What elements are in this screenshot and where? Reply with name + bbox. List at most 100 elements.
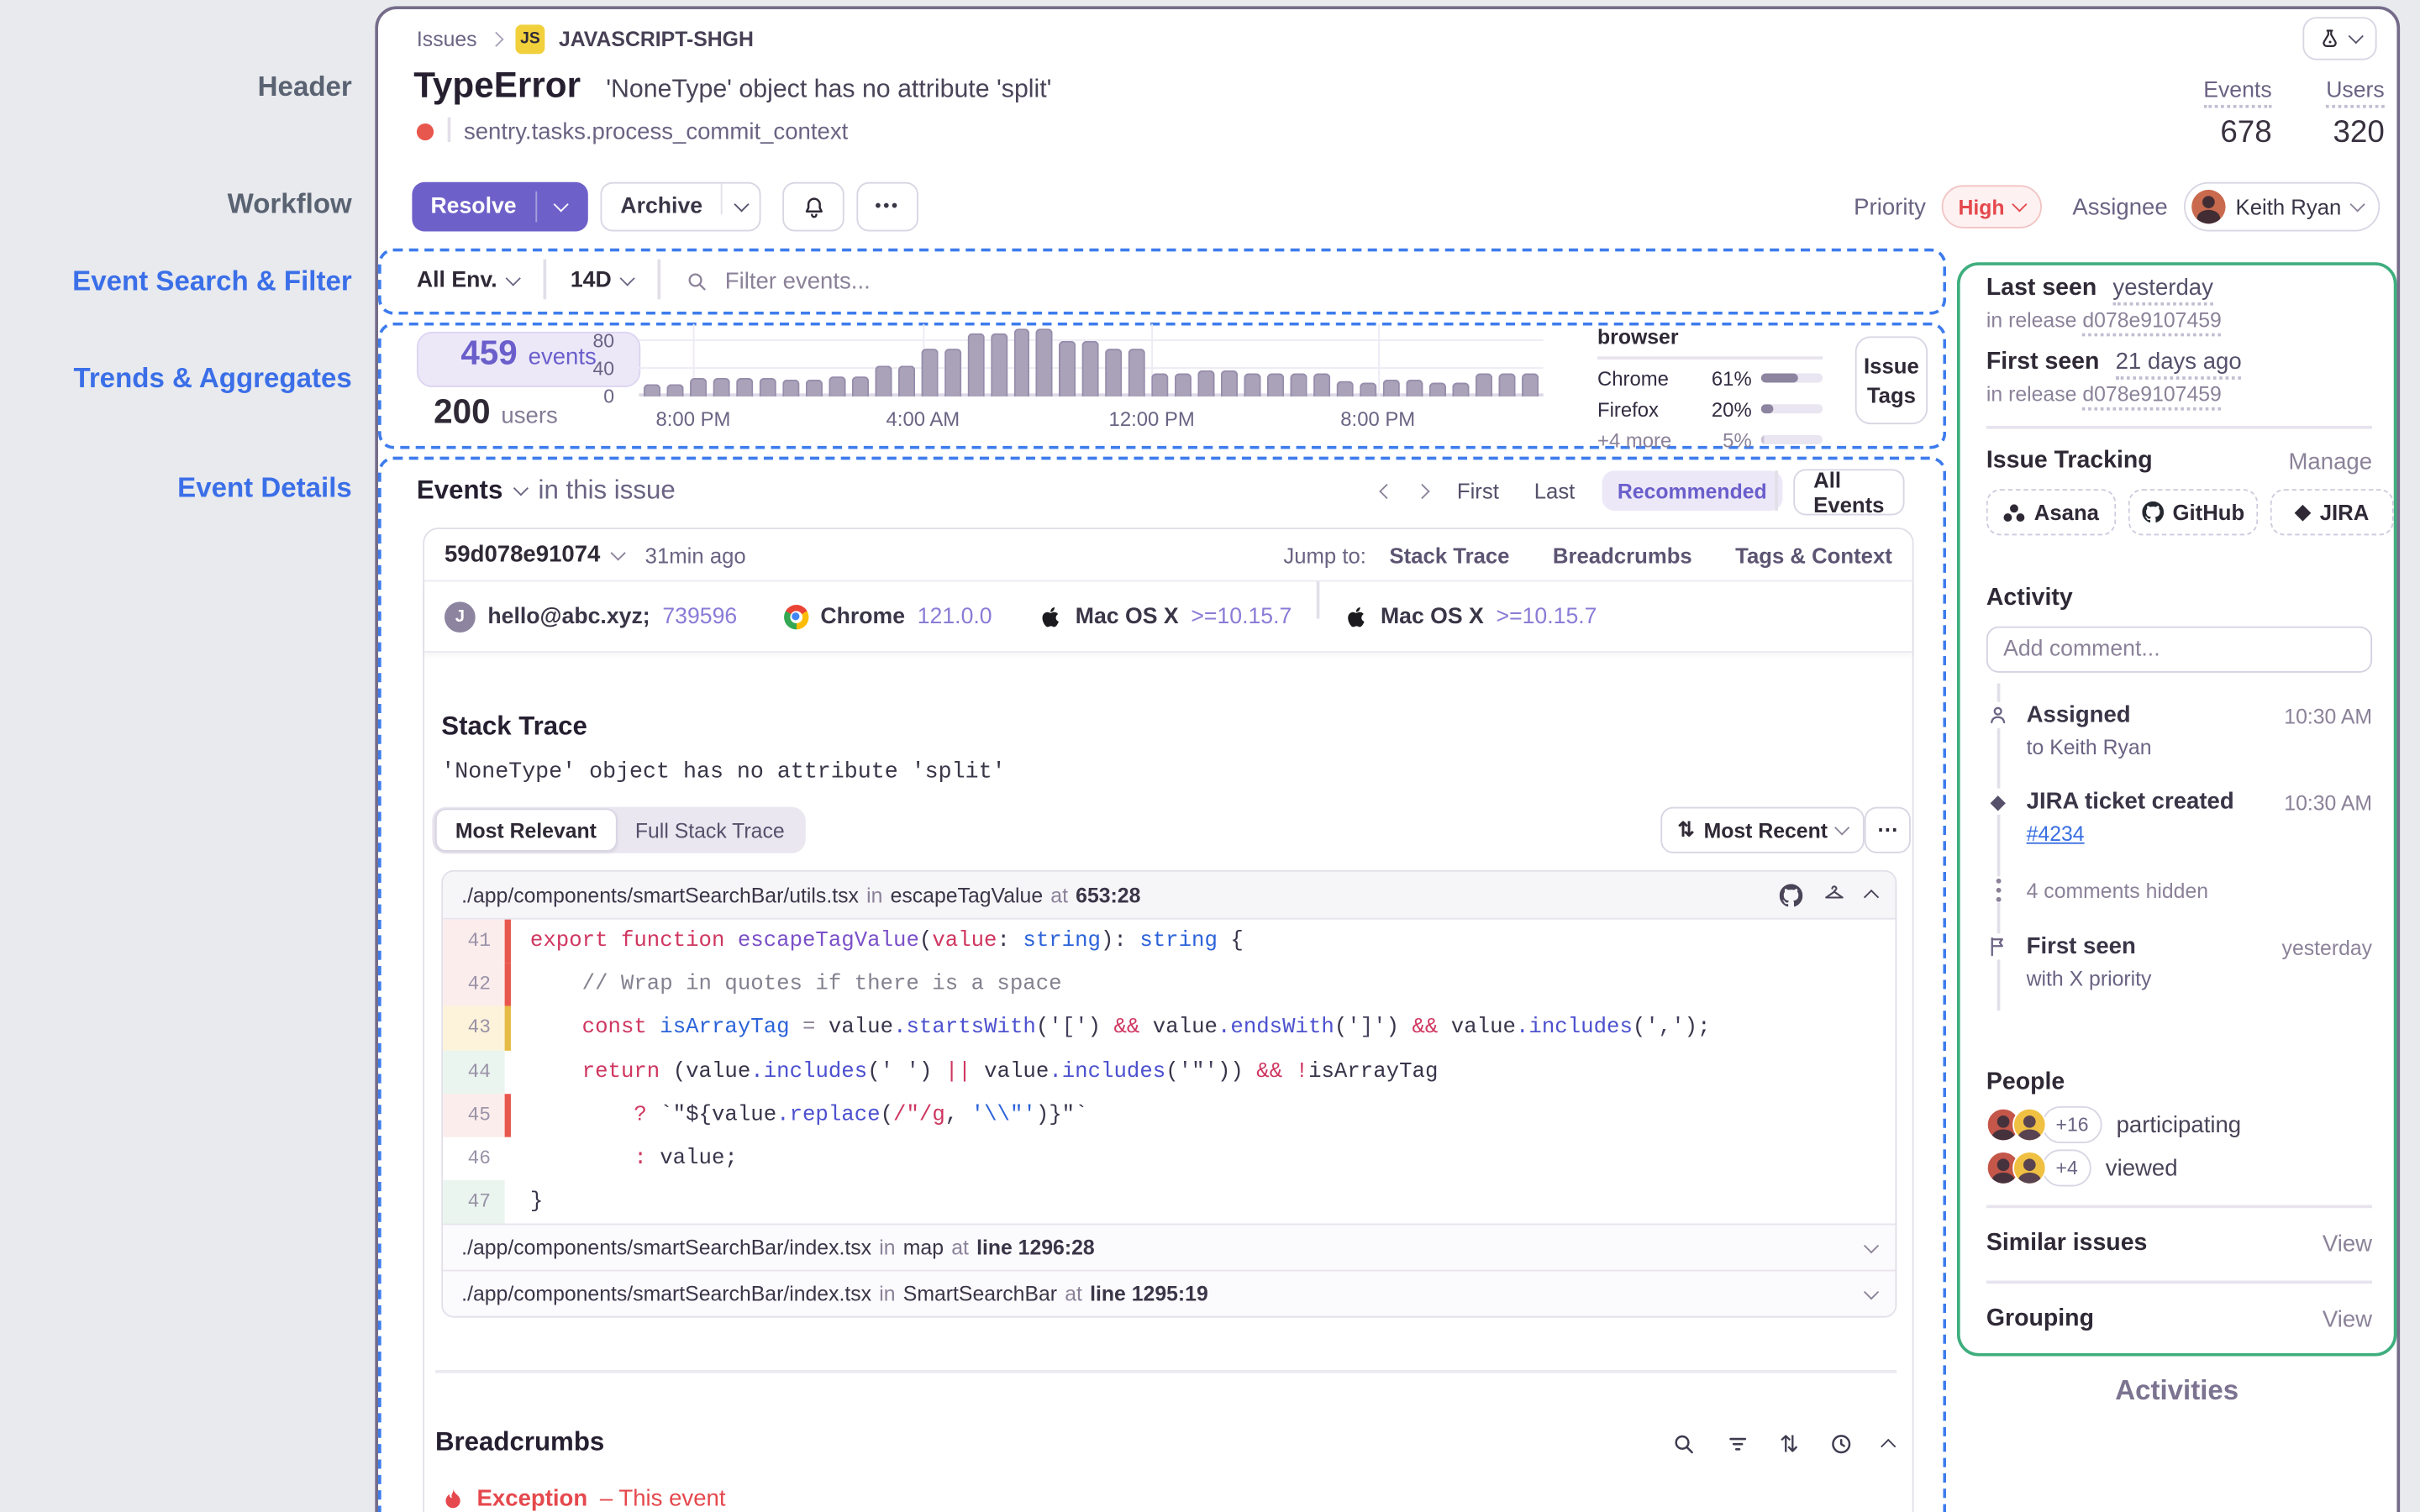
chart-bar[interactable] [1082,340,1100,397]
github-button[interactable]: GitHub [2128,489,2259,536]
manage-link[interactable]: Manage [2280,449,2372,475]
chart-bar[interactable] [944,349,961,397]
chart-bar[interactable] [1406,379,1423,397]
add-comment-input[interactable]: Add comment... [1986,626,2373,673]
browser-row[interactable]: Firefox 20% [1597,397,1823,421]
chart-bar[interactable] [874,365,892,397]
collapse-section-button[interactable] [1880,1438,1896,1455]
more-actions-button[interactable]: ••• [856,181,918,232]
resolve-button[interactable]: Resolve [412,181,588,232]
issue-tags-button[interactable]: Issue Tags [1854,336,1928,425]
chevron-down-icon[interactable] [610,544,626,560]
subscribe-button[interactable] [782,181,844,232]
expand-frame-button[interactable] [1863,1284,1880,1300]
recommended-tab[interactable]: Recommended [1602,470,1783,511]
all-events-button[interactable]: All Events [1793,468,1905,517]
chart-bar[interactable] [1059,340,1076,397]
chart-bar[interactable] [759,377,776,397]
os-version[interactable]: >=10.15.7 [1497,604,1597,628]
resolve-dropdown-button[interactable] [537,197,583,213]
first-event-link[interactable]: First [1457,478,1499,502]
chart-bar[interactable] [920,349,938,397]
sort-most-recent-button[interactable]: ⇅ Most Recent [1660,806,1865,853]
archive-button[interactable]: Archive [600,181,761,232]
participant-avatar[interactable] [2012,1107,2047,1142]
chart-bar[interactable] [1336,381,1354,397]
stack-trace-options-button[interactable]: ⋯ [1864,806,1911,853]
chart-bar[interactable] [1128,349,1146,397]
collapsed-frame-row[interactable]: ./app/components/smartSearchBar/index.ts… [443,1224,1896,1271]
sort-icon[interactable]: ⇅ [1780,1431,1799,1457]
jump-link-stack-trace[interactable]: Stack Trace [1390,543,1510,567]
chevron-down-icon[interactable] [513,480,529,496]
archive-dropdown-button[interactable] [723,197,759,213]
asana-button[interactable]: Asana [1986,489,2117,536]
jira-button[interactable]: ◆ JIRA [2270,489,2394,536]
chart-bar[interactable] [1290,372,1307,397]
chart-bar[interactable] [713,377,730,397]
seer-menu-button[interactable] [2302,17,2377,60]
assignee-select[interactable]: Keith Ryan [2183,181,2381,232]
chart-bar[interactable] [1197,370,1215,397]
chart-bar[interactable] [828,375,846,397]
events-stat-label[interactable]: Events [2203,78,2272,108]
user-id[interactable]: 739596 [662,604,737,628]
browser-version[interactable]: 121.0.0 [918,604,992,628]
chart-bar[interactable] [1452,381,1470,397]
viewers-count[interactable]: +4 [2042,1149,2092,1187]
chart-bar[interactable] [990,333,1007,397]
browser-row-more[interactable]: +4 more 5% [1597,428,1823,451]
chart-bar[interactable] [1036,328,1054,397]
chart-bar[interactable] [1475,372,1492,397]
participants-count[interactable]: +16 [2042,1105,2103,1144]
date-range-select[interactable]: 14D [571,269,636,293]
history-icon[interactable] [1828,1431,1853,1456]
chart-bar[interactable] [666,384,684,397]
expand-frame-button[interactable] [1863,1237,1880,1253]
last-seen-value[interactable]: yesterday [2112,274,2213,306]
chart-bar[interactable] [897,365,915,397]
jump-link-tags-context[interactable]: Tags & Context [1735,543,1892,567]
jump-link-breadcrumbs[interactable]: Breadcrumbs [1553,543,1692,567]
chart-bar[interactable] [1382,379,1400,397]
environment-select[interactable]: All Env. [417,269,522,293]
tab-most-relevant[interactable]: Most Relevant [434,808,617,852]
chart-bar[interactable] [966,333,984,397]
suspect-commit-hanger-icon[interactable] [1823,884,1846,907]
github-icon[interactable] [1779,883,1803,907]
os-version[interactable]: >=10.15.7 [1191,604,1292,628]
collapsed-frame-row[interactable]: ./app/components/smartSearchBar/index.ts… [443,1270,1896,1317]
search-input[interactable]: Filter events... [685,268,871,294]
chart-bar[interactable] [1175,373,1192,397]
chart-bar[interactable] [1521,373,1539,397]
chart-bar[interactable] [1221,370,1239,397]
jira-ticket-link[interactable]: #4234 [2027,822,2085,846]
chart-bar[interactable] [1428,381,1446,397]
viewer-avatar[interactable] [2012,1151,2047,1185]
chart-bar[interactable] [1313,372,1331,397]
chart-bar[interactable] [735,377,754,397]
chart-bar[interactable] [689,377,708,397]
chart-bar[interactable] [643,384,661,397]
chart-bar[interactable] [1151,373,1169,397]
chart-bar[interactable] [1267,372,1285,397]
chart-bar[interactable] [781,380,800,397]
chart-bar[interactable] [851,375,869,397]
filter-icon[interactable] [1725,1431,1749,1456]
frame-header[interactable]: ./app/components/smartSearchBar/utils.ts… [443,871,1896,920]
users-stat-label[interactable]: Users [2326,78,2385,108]
release-link[interactable]: d078e9107459 [2082,308,2222,337]
first-seen-value[interactable]: 21 days ago [2115,349,2242,380]
priority-select[interactable]: High [1941,185,2042,228]
search-icon[interactable] [1671,1431,1696,1456]
release-link[interactable]: d078e9107459 [2082,382,2222,411]
chart-bar[interactable] [1013,328,1030,397]
similar-issues-view-link[interactable]: View [2280,1231,2372,1257]
grouping-view-link[interactable]: View [2280,1307,2372,1333]
chart-bar[interactable] [1244,372,1261,397]
chart-bar[interactable] [1360,381,1377,397]
hidden-comments-label[interactable]: 4 comments hidden [2027,879,2208,903]
event-id[interactable]: 59d078e91074 [445,542,600,568]
chart-bar[interactable] [805,380,823,397]
chart-bar[interactable] [1498,372,1516,397]
